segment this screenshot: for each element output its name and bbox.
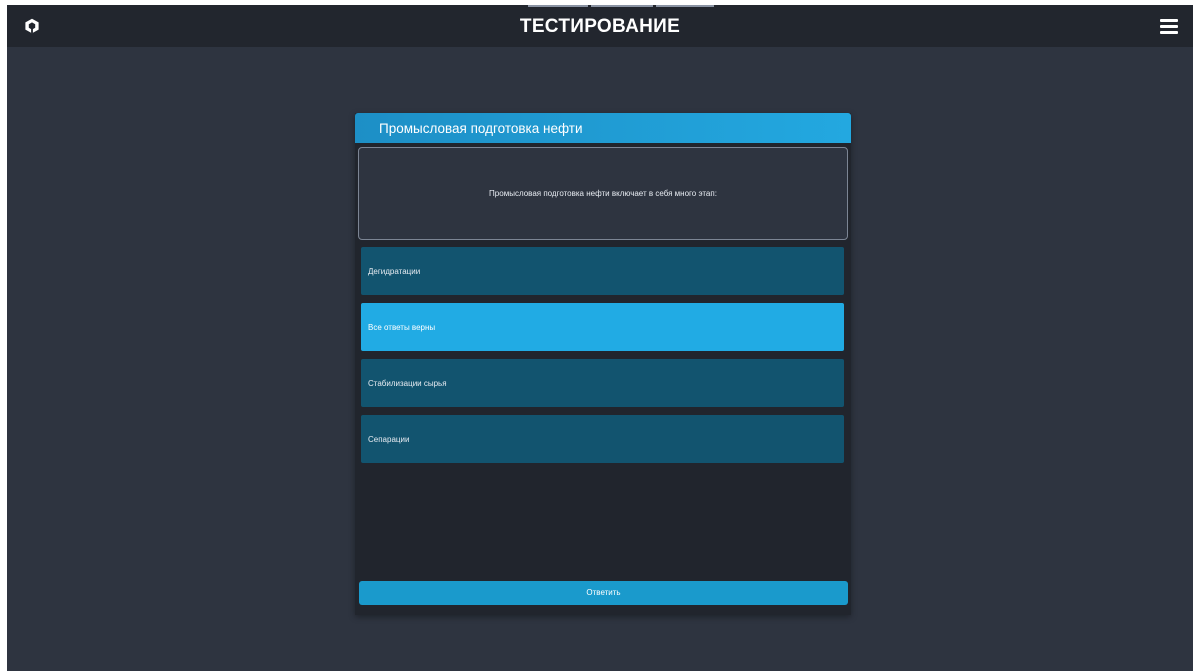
answer-label: Стабилизации сырья <box>368 378 447 388</box>
question-box: Промысловая подготовка нефти включает в … <box>358 147 848 240</box>
answer-label: Все ответы верны <box>368 322 436 332</box>
answer-label: Дегидратации <box>368 266 421 276</box>
answer-option-2[interactable]: Все ответы верны <box>361 303 844 351</box>
submit-answer-button[interactable]: Ответить <box>359 581 848 605</box>
answer-option-4[interactable]: Сепарации <box>361 415 844 463</box>
menu-icon-bar <box>1160 25 1178 28</box>
top-bar: ТЕСТИРОВАНИЕ <box>7 5 1193 47</box>
menu-icon-bar <box>1160 31 1178 34</box>
answer-label: Сепарации <box>368 434 410 444</box>
quiz-card: Промысловая подготовка нефти Промысловая… <box>355 113 851 615</box>
app-window: ТЕСТИРОВАНИЕ Промысловая подготовка нефт… <box>7 5 1193 671</box>
quiz-topic-header: Промысловая подготовка нефти <box>355 113 851 143</box>
question-text: Промысловая подготовка нефти включает в … <box>489 189 717 198</box>
hamburger-menu-icon[interactable] <box>1160 19 1178 34</box>
answer-option-1[interactable]: Дегидратации <box>361 247 844 295</box>
menu-icon-bar <box>1160 19 1178 22</box>
answer-option-3[interactable]: Стабилизации сырья <box>361 359 844 407</box>
page-title: ТЕСТИРОВАНИЕ <box>519 16 681 37</box>
